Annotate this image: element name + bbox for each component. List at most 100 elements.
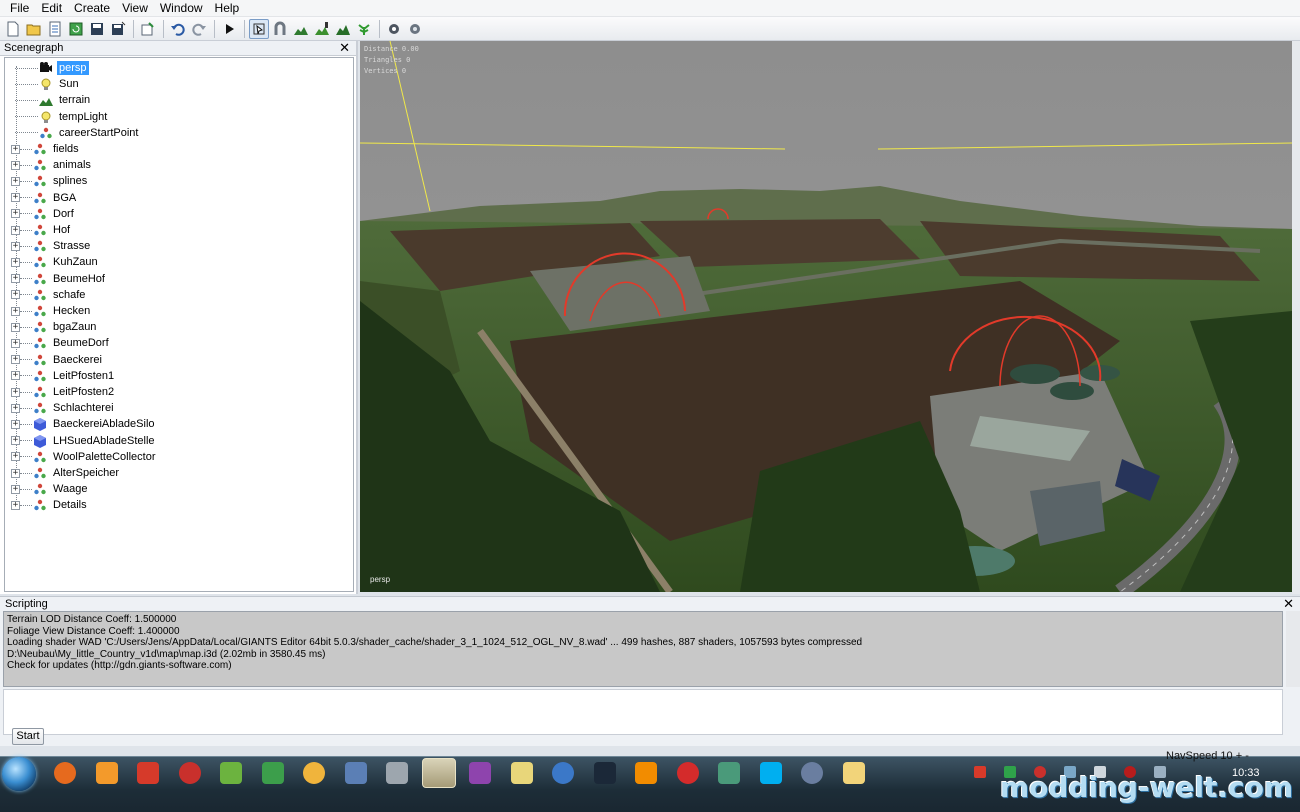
expand-icon[interactable]: + <box>11 193 20 203</box>
terrain-sculpt-icon[interactable] <box>291 19 311 39</box>
media-player-icon[interactable] <box>261 762 284 784</box>
magnet-icon[interactable] <box>270 19 290 39</box>
start-script-button[interactable]: Start <box>12 728 44 745</box>
expand-icon[interactable]: + <box>11 355 20 365</box>
tree-node-waage[interactable]: + Waage <box>5 481 89 497</box>
terrain-detail-icon[interactable] <box>333 19 353 39</box>
scenegraph-close-icon[interactable]: ✕ <box>339 41 350 55</box>
tree-node-schafe[interactable]: + schafe <box>5 287 87 303</box>
expand-icon[interactable]: + <box>11 176 20 186</box>
foliage-icon[interactable] <box>354 19 374 39</box>
expand-icon[interactable]: + <box>11 241 20 251</box>
expand-icon[interactable]: + <box>11 144 20 154</box>
vlc-icon[interactable] <box>635 762 657 784</box>
tree-node-woolpalettecollector[interactable]: + WoolPaletteCollector <box>5 449 158 465</box>
cog-icon[interactable] <box>384 19 404 39</box>
tree-node-sun[interactable]: Sun <box>5 76 81 92</box>
redo-icon[interactable] <box>189 19 209 39</box>
windows-start-icon[interactable] <box>2 757 36 791</box>
scenegraph-tree[interactable]: persp Sun terrain tempLight careerStartPoint… <box>4 57 354 592</box>
open-list-icon[interactable] <box>45 19 65 39</box>
tree-node-splines[interactable]: + splines <box>5 173 89 189</box>
skype-icon[interactable] <box>759 762 782 784</box>
script-output-console[interactable]: Terrain LOD Distance Coeff: 1.500000 Fol… <box>3 611 1283 687</box>
expand-icon[interactable]: + <box>11 500 20 510</box>
menu-create[interactable]: Create <box>68 0 116 16</box>
archive-icon[interactable] <box>469 762 491 784</box>
pdf-icon[interactable] <box>676 762 699 784</box>
expand-icon[interactable]: + <box>11 371 20 381</box>
firefox-icon[interactable] <box>54 762 76 784</box>
expand-icon[interactable]: + <box>11 274 20 284</box>
tree-node-hecken[interactable]: + Hecken <box>5 303 92 319</box>
tree-node-templight[interactable]: tempLight <box>5 109 109 125</box>
notepad-icon[interactable] <box>510 762 533 784</box>
cog-alt-icon[interactable] <box>405 19 425 39</box>
tree-node-bga[interactable]: + BGA <box>5 190 78 206</box>
tree-node-schlachterei[interactable]: + Schlachterei <box>5 400 116 416</box>
speaker-icon[interactable] <box>974 766 986 778</box>
tree-node-leitpfosten2[interactable]: + LeitPfosten2 <box>5 384 116 400</box>
explorer-icon[interactable] <box>842 762 865 784</box>
tree-node-hof[interactable]: + Hof <box>5 222 72 238</box>
opera-icon[interactable] <box>178 762 201 784</box>
tree-node-terrain[interactable]: terrain <box>5 92 92 108</box>
folder-active-icon[interactable] <box>421 758 456 788</box>
tree-node-bgazaun[interactable]: + bgaZaun <box>5 319 98 335</box>
tree-node-strasse[interactable]: + Strasse <box>5 238 92 254</box>
network-icon[interactable] <box>552 762 574 784</box>
expand-icon[interactable]: + <box>11 452 20 462</box>
undo-icon[interactable] <box>168 19 188 39</box>
expand-icon[interactable]: + <box>11 436 20 446</box>
menu-view[interactable]: View <box>116 0 154 16</box>
select-icon[interactable] <box>249 18 269 39</box>
steam-icon[interactable] <box>593 762 616 784</box>
tree-node-lhsuedabladestelle[interactable]: + LHSuedAbladeStelle <box>5 433 157 449</box>
menu-help[interactable]: Help <box>209 0 246 16</box>
expand-icon[interactable]: + <box>11 322 20 332</box>
tool-icon[interactable] <box>718 762 740 784</box>
expand-icon[interactable]: + <box>11 306 20 316</box>
tree-node-animals[interactable]: + animals <box>5 157 93 173</box>
tree-node-baeckerei[interactable]: + Baeckerei <box>5 352 104 368</box>
console-scrollbar[interactable] <box>1286 611 1300 687</box>
script-input-area[interactable] <box>3 689 1283 735</box>
expand-icon[interactable]: + <box>11 225 20 235</box>
tree-node-fields[interactable]: + fields <box>5 141 81 157</box>
tree-node-kuhzaun[interactable]: + KuhZaun <box>5 254 100 270</box>
tree-node-beumedorf[interactable]: + BeumeDorf <box>5 335 111 351</box>
expand-icon[interactable]: + <box>11 338 20 348</box>
burn-icon[interactable] <box>95 762 118 784</box>
new-icon[interactable] <box>3 19 23 39</box>
expand-icon[interactable]: + <box>11 290 20 300</box>
menu-edit[interactable]: Edit <box>35 0 68 16</box>
save-icon[interactable] <box>87 19 107 39</box>
expand-icon[interactable]: + <box>11 209 20 219</box>
open-icon[interactable] <box>24 19 44 39</box>
document-icon[interactable] <box>344 762 367 784</box>
expand-icon[interactable]: + <box>11 484 20 494</box>
tree-node-persp[interactable]: persp <box>5 60 89 76</box>
import-icon[interactable] <box>138 19 158 39</box>
tree-node-dorf[interactable]: + Dorf <box>5 206 76 222</box>
webcam-icon[interactable] <box>386 762 408 784</box>
viewport-3d[interactable]: Distance 0.00 Triangles 0 Vertices 0 per… <box>360 41 1292 592</box>
tree-node-beumehof[interactable]: + BeumeHof <box>5 271 107 287</box>
save-all-icon[interactable] <box>108 19 128 39</box>
media-icon[interactable] <box>303 762 325 784</box>
menu-window[interactable]: Window <box>154 0 209 16</box>
browser-icon[interactable] <box>801 762 823 784</box>
refresh-icon[interactable] <box>66 19 86 39</box>
expand-icon[interactable]: + <box>11 468 20 478</box>
expand-icon[interactable]: + <box>11 160 20 170</box>
terrain-paint-icon[interactable] <box>312 19 332 39</box>
expand-icon[interactable]: + <box>11 387 20 397</box>
tree-node-alterspeicher[interactable]: + AlterSpeicher <box>5 465 121 481</box>
tree-node-leitpfosten1[interactable]: + LeitPfosten1 <box>5 368 116 384</box>
tree-node-details[interactable]: + Details <box>5 497 89 513</box>
expand-icon[interactable]: + <box>11 403 20 413</box>
play-icon[interactable] <box>219 19 239 39</box>
chrome-icon[interactable] <box>137 762 159 784</box>
expand-icon[interactable]: + <box>11 257 20 267</box>
tree-node-baeckereiabladesilo[interactable]: + BaeckereiAbladeSilo <box>5 416 157 432</box>
